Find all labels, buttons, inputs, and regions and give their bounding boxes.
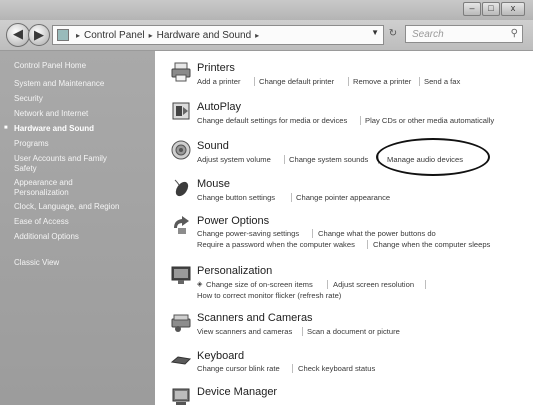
minimize-button[interactable]: – [463,2,481,16]
maximize-button[interactable]: □ [482,2,500,16]
view-scanners-cameras-link[interactable]: View scanners and cameras [197,327,292,336]
add-printer-link[interactable]: Add a printer [197,77,240,86]
check-keyboard-status-link[interactable]: Check keyboard status [298,364,375,373]
sound-title[interactable]: Sound [197,140,229,152]
sidebar-item-system-and-maintenance[interactable]: System and Maintenance [14,79,104,88]
change-pointer-appearance-link[interactable]: Change pointer appearance [296,193,390,202]
change-default-printer-link[interactable]: Change default printer [259,77,334,86]
refresh-icon[interactable]: ↻ [385,26,401,42]
device-manager-title[interactable]: Device Manager [197,386,277,398]
sound-icon [171,140,191,160]
device-manager-icon [172,388,190,405]
sidebar-item-clock-language-region[interactable]: Clock, Language, and Region [14,202,119,211]
link-divider [284,155,285,164]
play-cds-automatically-link[interactable]: Play CDs or other media automatically [365,116,494,125]
sidebar-item-appearance-line2[interactable]: Personalization [14,188,69,197]
change-cursor-blink-rate-link[interactable]: Change cursor blink rate [197,364,280,373]
autoplay-icon [172,102,190,120]
mouse-title[interactable]: Mouse [197,178,230,190]
link-divider [254,77,255,86]
forward-button[interactable]: ▶ [28,24,50,46]
scanners-and-cameras-title[interactable]: Scanners and Cameras [197,312,313,324]
link-divider [419,77,420,86]
sidebar-item-control-panel-home[interactable]: Control Panel Home [14,61,86,70]
link-divider [348,77,349,86]
highlight-circle [376,138,490,176]
window-controls: – □ x [463,2,525,16]
autoplay-title[interactable]: AutoPlay [197,101,241,113]
keyboard-title[interactable]: Keyboard [197,350,244,362]
printers-title[interactable]: Printers [197,62,235,74]
change-size-onscreen-items-link[interactable]: Change size of on-screen items [206,280,313,289]
active-bullet: ■ [4,125,8,131]
change-sleep-time-link[interactable]: Change when the computer sleeps [373,240,490,249]
breadcrumb-separator: ▸ [148,30,153,40]
adjust-screen-resolution-link[interactable]: Adjust screen resolution [333,280,414,289]
link-divider [367,240,368,249]
control-panel-window: – □ x ◀ ▶ ▸ Control Panel ▸ Hardware and… [0,0,533,405]
change-system-sounds-link[interactable]: Change system sounds [289,155,368,164]
printer-icon [171,62,191,82]
sidebar-item-appearance[interactable]: Appearance and [14,178,73,187]
personalization-title[interactable]: Personalization [197,265,272,277]
sidebar-item-ease-of-access[interactable]: Ease of Access [14,217,69,226]
scanner-icon [171,314,191,332]
scan-document-link[interactable]: Scan a document or picture [307,327,400,336]
link-divider [291,193,292,202]
link-divider [360,116,361,125]
power-options-title[interactable]: Power Options [197,215,269,227]
personalization-icon [171,266,191,284]
link-divider [302,327,303,336]
main-content: Printers Add a printer Change default pr… [155,51,533,405]
back-button[interactable]: ◀ [6,23,30,47]
adjust-system-volume-link[interactable]: Adjust system volume [197,155,271,164]
control-panel-icon [57,29,69,41]
remove-printer-link[interactable]: Remove a printer [353,77,411,86]
sidebar-item-classic-view[interactable]: Classic View [14,258,59,267]
shield-icon: ◈ [197,281,203,288]
sidebar: Control Panel Home System and Maintenanc… [0,51,155,405]
search-input[interactable]: Search ⚲ [405,25,523,43]
require-password-on-wake-link[interactable]: Require a password when the computer wak… [197,240,355,249]
breadcrumb-control-panel[interactable]: Control Panel [84,30,145,41]
breadcrumb-separator[interactable]: ▸ [255,31,259,40]
change-default-media-settings-link[interactable]: Change default settings for media or dev… [197,116,347,125]
link-divider [327,280,328,289]
change-power-saving-settings-link[interactable]: Change power-saving settings [197,229,299,238]
correct-monitor-flicker-link[interactable]: How to correct monitor flicker (refresh … [197,291,341,300]
title-bar: – □ x [0,0,533,20]
sidebar-item-user-accounts-line2[interactable]: Safety [14,164,37,173]
search-icon[interactable]: ⚲ [511,28,518,39]
navigation-bar: ◀ ▶ ▸ Control Panel ▸ Hardware and Sound… [0,20,533,51]
change-button-settings-link[interactable]: Change button settings [197,193,275,202]
change-power-buttons-link[interactable]: Change what the power buttons do [318,229,436,238]
search-placeholder: Search [412,28,444,40]
breadcrumb-separator: ▸ [76,30,81,40]
link-divider [425,280,426,289]
power-icon [174,216,189,234]
sidebar-item-network-and-internet[interactable]: Network and Internet [14,109,88,118]
send-fax-link[interactable]: Send a fax [424,77,460,86]
keyboard-icon [170,356,192,365]
sidebar-item-hardware-and-sound[interactable]: Hardware and Sound [14,124,94,133]
link-divider [292,364,293,373]
chevron-down-icon[interactable]: ▼ [371,28,379,37]
sidebar-item-additional-options[interactable]: Additional Options [14,232,79,241]
sidebar-item-security[interactable]: Security [14,94,43,103]
sidebar-item-programs[interactable]: Programs [14,139,49,148]
breadcrumb-hardware-and-sound[interactable]: Hardware and Sound [157,30,252,41]
close-button[interactable]: x [501,2,525,16]
address-bar[interactable]: ▸ Control Panel ▸ Hardware and Sound ▸ ▼ [52,25,384,45]
sidebar-item-user-accounts[interactable]: User Accounts and Family [14,154,107,163]
link-divider [312,229,313,238]
mouse-icon [174,179,189,197]
